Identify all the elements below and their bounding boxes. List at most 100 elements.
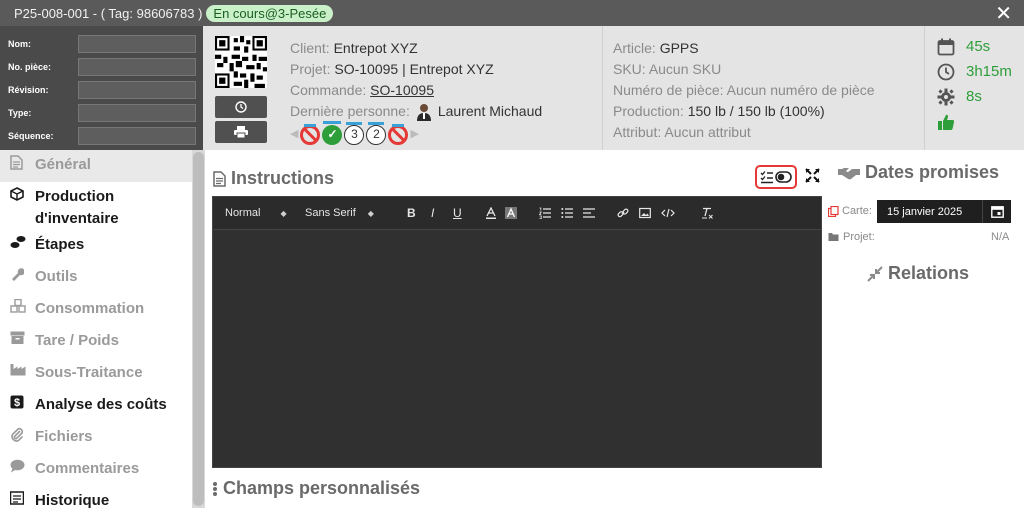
italic-button[interactable]: I [431, 197, 453, 229]
folder-icon [828, 233, 839, 241]
clear-format-button[interactable] [701, 197, 723, 229]
sidebar-item-label: Commentaires [35, 460, 140, 477]
print-icon [234, 126, 248, 138]
link-icon [617, 208, 629, 218]
font-select-value: Sans Serif [305, 207, 356, 219]
wrench-icon [10, 262, 35, 281]
scrollbar-thumb[interactable] [193, 152, 204, 506]
relations-title: Relations [888, 263, 970, 283]
image-icon [639, 207, 651, 219]
gear-icon [936, 87, 956, 107]
expand-button[interactable] [805, 168, 820, 188]
window-titlebar: P25-008-001 - ( Tag: 98606783 ) En cours… [0, 0, 1024, 26]
font-select[interactable]: Sans Serif ◆ [305, 197, 401, 229]
step-done-icon[interactable]: ✓ [322, 120, 343, 145]
order-link[interactable]: SO-10095 [370, 82, 434, 98]
chevron-left-icon[interactable]: ◀ [290, 124, 298, 145]
background-color-icon [505, 207, 517, 219]
project-label: Projet: [290, 61, 331, 77]
bold-button[interactable]: B [407, 197, 431, 229]
sidebar-item-label: Étapes [35, 236, 85, 253]
close-button[interactable]: ✕ [995, 1, 1012, 26]
part-number-row: No. pièce: [8, 55, 197, 78]
sidebar-item-general[interactable]: Général [0, 150, 192, 182]
date-picker-button[interactable] [982, 200, 1011, 223]
sidebar-item-tare-weight[interactable]: Tare / Poids [0, 326, 192, 358]
step-status-row: ◀ ✓ 3 2 ▶ [290, 120, 542, 145]
copy-icon [828, 205, 839, 217]
background-color-button[interactable] [505, 197, 539, 229]
step-3-badge[interactable]: 3 [344, 121, 365, 145]
format-select[interactable]: Normal ◆ [225, 197, 301, 229]
print-button[interactable] [215, 121, 267, 143]
archive-icon [10, 326, 35, 344]
footsteps-icon [10, 230, 35, 249]
document-icon [10, 150, 35, 170]
select-caret-icon: ◆ [280, 208, 287, 218]
step-2-badge[interactable]: 2 [366, 121, 387, 145]
editor-toolbar: Normal ◆ Sans Serif ◆ B I U [213, 197, 821, 230]
align-button[interactable] [583, 197, 617, 229]
drag-handle-icon[interactable] [212, 481, 218, 497]
part-number-field[interactable] [78, 57, 196, 76]
sidebar-item-cost-analysis[interactable]: $ Analyse des coûts [0, 390, 192, 422]
sequence-field[interactable] [78, 126, 196, 145]
underline-button[interactable]: U [453, 197, 485, 229]
dollar-icon: $ [10, 390, 35, 409]
id-fields-panel: Nom: No. pièce: Révision: Type: Séquence… [0, 26, 203, 150]
link-button[interactable] [617, 197, 639, 229]
expand-icon [805, 168, 820, 183]
card-date-row: Carte: [828, 205, 872, 217]
sidebar-item-tools[interactable]: Outils [0, 262, 192, 294]
sidebar-item-comments[interactable]: Commentaires [0, 454, 192, 486]
revision-row: Révision: [8, 78, 197, 101]
image-button[interactable] [639, 197, 661, 229]
revision-field[interactable] [78, 80, 196, 99]
sidebar-item-inventory-production[interactable]: Production d'inventaire [0, 182, 192, 230]
project-value: SO-10095 | Entrepot XYZ [334, 61, 494, 77]
text-color-button[interactable] [485, 197, 505, 229]
gear-time-value: 8s [966, 88, 982, 105]
custom-fields-header: Champs personnalisés [212, 478, 420, 499]
qr-code-icon[interactable] [215, 36, 267, 88]
production-value: 150 lb / 150 lb (100%) [687, 103, 825, 119]
sidebar-item-consumption[interactable]: Consommation [0, 294, 192, 326]
card-date-input[interactable]: 15 janvier 2025 [877, 200, 982, 223]
factory-icon [10, 358, 35, 376]
sidebar-item-label: Outils [35, 268, 78, 285]
step-blocked-icon[interactable] [300, 123, 321, 145]
sidebar-item-files[interactable]: Fichiers [0, 422, 192, 454]
sidebar-item-subcontracting[interactable]: Sous-Traitance [0, 358, 192, 390]
sidebar-item-steps[interactable]: Étapes [0, 230, 192, 262]
thumbs-up-icon [936, 112, 956, 132]
card-label: Carte: [842, 205, 872, 217]
checklist-toggle-button[interactable] [755, 165, 797, 189]
clock-button[interactable] [215, 96, 267, 118]
chevron-right-icon[interactable]: ▶ [410, 124, 418, 145]
client-value: Entrepot XYZ [333, 40, 418, 56]
type-field[interactable] [78, 103, 196, 122]
header-panel: Nom: No. pièce: Révision: Type: Séquence… [0, 26, 1024, 150]
sidebar-item-history[interactable]: Historique [0, 486, 192, 518]
ordered-list-button[interactable] [539, 197, 561, 229]
divider [924, 26, 925, 150]
article-value: GPPS [659, 40, 699, 56]
sidebar-scrollbar[interactable] [192, 150, 205, 508]
sku-label: SKU: [613, 61, 646, 77]
name-field[interactable] [78, 34, 196, 53]
underline-icon: U [453, 206, 462, 220]
paperclip-icon [10, 422, 35, 442]
svg-text:$: $ [14, 397, 20, 409]
bold-icon: B [407, 206, 416, 220]
promised-dates-header: Dates promises [838, 162, 999, 183]
editor-content[interactable] [213, 230, 821, 467]
bullet-list-icon [561, 208, 573, 218]
code-button[interactable] [661, 197, 701, 229]
time-summary: 45s 3h15m 8s [936, 34, 1012, 134]
step-blocked-2-icon[interactable] [388, 123, 409, 145]
clock-icon [936, 62, 956, 82]
attribute-value: Aucun attribut [664, 124, 751, 140]
bullet-list-button[interactable] [561, 197, 583, 229]
name-label: Nom: [8, 38, 31, 49]
order-info: Client: Entrepot XYZ Projet: SO-10095 | … [290, 38, 542, 145]
